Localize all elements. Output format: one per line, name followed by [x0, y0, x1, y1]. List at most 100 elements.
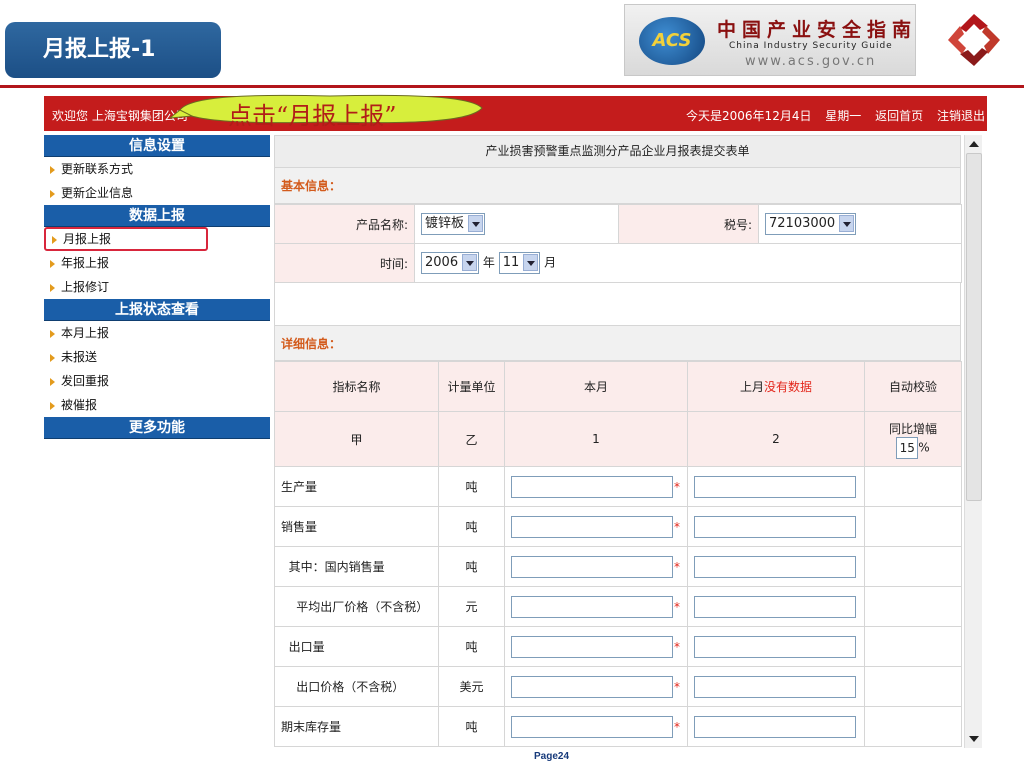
required-mark: *: [674, 479, 680, 494]
this-month-input[interactable]: [511, 635, 673, 658]
slide: 月报上报-1 ACS 中国产业安全指南 China Industry Secur…: [0, 0, 1024, 768]
header-name: 指标名称: [274, 361, 439, 412]
row-name: 销售量: [274, 506, 439, 547]
last-month-input[interactable]: [694, 515, 856, 538]
logo-chinese-name: 中国产业安全指南: [717, 19, 918, 41]
sidebar-item-annual-report[interactable]: 年报上报: [44, 251, 270, 275]
required-mark: *: [674, 519, 680, 534]
detail-header-row: 指标名称 计量单位 本月 上月没有数据 自动校验: [274, 361, 962, 412]
yoy-cell: 同比增幅 15%: [864, 411, 962, 467]
year-unit: 年: [482, 255, 495, 270]
product-select[interactable]: 镀锌板: [421, 213, 486, 235]
bullet-icon: [52, 235, 57, 244]
tax-select[interactable]: 72103000: [765, 213, 857, 235]
last-month-cell: [687, 666, 865, 707]
sidebar-item-monthly-report[interactable]: 月报上报: [44, 227, 208, 251]
row-unit: 吨: [438, 466, 505, 507]
table-row: 出口量吨 *: [274, 626, 962, 667]
home-link[interactable]: 返回首页: [875, 109, 923, 123]
auto-check-cell: [864, 706, 962, 747]
row-unit: 元: [438, 586, 505, 627]
bullet-icon: [50, 377, 55, 386]
this-month-input[interactable]: [511, 555, 673, 578]
row-name: 期末库存量: [274, 706, 439, 747]
month-select[interactable]: 11: [498, 252, 541, 274]
last-month-input[interactable]: [694, 595, 856, 618]
last-month-cell: [687, 586, 865, 627]
row-unit: 吨: [438, 546, 505, 587]
sidebar-item-not-sent[interactable]: 未报送: [44, 345, 270, 369]
last-month-input[interactable]: [694, 555, 856, 578]
sidebar-item-this-month[interactable]: 本月上报: [44, 321, 270, 345]
detail-table: 指标名称 计量单位 本月 上月没有数据 自动校验 甲 乙 1 2 同比增幅 15…: [274, 361, 962, 747]
last-month-input[interactable]: [694, 715, 856, 738]
required-mark: *: [674, 679, 680, 694]
form-area: 产业损害预警重点监测分产品企业月报表提交表单 基本信息： 产品名称: 镀锌板 税…: [274, 135, 962, 747]
sidebar-head-info-settings: 信息设置: [44, 135, 270, 157]
sidebar-item-report-revision[interactable]: 上报修订: [44, 275, 270, 299]
row-unit: 吨: [438, 706, 505, 747]
sidebar-head-status: 上报状态查看: [44, 299, 270, 321]
this-month-input[interactable]: [511, 515, 673, 538]
last-month-cell: [687, 626, 865, 667]
required-mark: *: [674, 599, 680, 614]
this-month-cell: *: [504, 506, 688, 547]
basic-info-table: 产品名称: 镀锌板 税号: 72103000 时间: 2006 年 11 月: [274, 204, 962, 283]
slide-title: 月报上报-1: [5, 22, 221, 78]
app-window: 欢迎您 上海宝钢集团公司 今天是2006年12月4日 星期一 返回首页 注销退出…: [44, 96, 987, 748]
scroll-thumb[interactable]: [966, 153, 982, 501]
sidebar-head-data-report: 数据上报: [44, 205, 270, 227]
auto-check-cell: [864, 586, 962, 627]
this-month-input[interactable]: [511, 675, 673, 698]
row-name: 生产量: [274, 466, 439, 507]
sidebar-item-returned[interactable]: 发回重报: [44, 369, 270, 393]
table-row: 生产量吨 *: [274, 466, 962, 507]
auto-check-cell: [864, 626, 962, 667]
scroll-down-icon[interactable]: [967, 732, 981, 746]
last-month-cell: [687, 506, 865, 547]
product-cell: 镀锌板: [414, 204, 619, 244]
row-unit: 吨: [438, 506, 505, 547]
logo-english-name: China Industry Security Guide: [729, 41, 893, 51]
this-month-input[interactable]: [511, 715, 673, 738]
globe-icon: ACS: [639, 17, 705, 65]
sidebar-item-update-company[interactable]: 更新企业信息: [44, 181, 270, 205]
yoy-input[interactable]: 15: [896, 436, 919, 459]
chevron-down-icon[interactable]: [523, 254, 539, 271]
year-select[interactable]: 2006: [421, 252, 480, 274]
row-name: 平均出厂价格（不含税）: [274, 586, 439, 627]
table-row: 出口价格（不含税） 美元 *: [274, 666, 962, 707]
time-label: 时间:: [274, 243, 415, 283]
last-month-input[interactable]: [694, 675, 856, 698]
chevron-down-icon[interactable]: [839, 215, 855, 232]
sidebar-item-update-contact[interactable]: 更新联系方式: [44, 157, 270, 181]
sidebar: 信息设置 更新联系方式 更新企业信息 数据上报 月报上报 年报上报 上报修订 上…: [44, 135, 270, 439]
detail-info-label: 详细信息：: [274, 325, 961, 361]
header-divider: [0, 85, 1024, 88]
welcome-text: 欢迎您 上海宝钢集团公司: [52, 109, 188, 123]
bullet-icon: [50, 401, 55, 410]
auto-check-cell: [864, 546, 962, 587]
table-row: 期末库存量吨 *: [274, 706, 962, 747]
logout-link[interactable]: 注销退出: [937, 109, 985, 123]
date-text: 今天是2006年12月4日: [686, 109, 812, 123]
chevron-down-icon[interactable]: [468, 215, 484, 232]
sidebar-item-urged[interactable]: 被催报: [44, 393, 270, 417]
header-this-month: 本月: [504, 361, 688, 412]
scrollbar[interactable]: [964, 135, 982, 748]
scroll-up-icon[interactable]: [967, 137, 981, 151]
topbar-right: 今天是2006年12月4日 星期一 返回首页 注销退出: [686, 107, 985, 124]
last-month-input[interactable]: [694, 635, 856, 658]
time-cell: 2006 年 11 月: [414, 243, 962, 283]
last-month-cell: [687, 466, 865, 507]
sidebar-head-more[interactable]: 更多功能: [44, 417, 270, 439]
this-month-input[interactable]: [511, 595, 673, 618]
tax-label: 税号:: [618, 204, 759, 244]
chevron-down-icon[interactable]: [462, 254, 478, 271]
this-month-input[interactable]: [511, 475, 673, 498]
basic-info-label: 基本信息：: [274, 168, 961, 204]
bullet-icon: [50, 189, 55, 198]
this-month-cell: *: [504, 586, 688, 627]
last-month-input[interactable]: [694, 475, 856, 498]
product-label: 产品名称:: [274, 204, 415, 244]
